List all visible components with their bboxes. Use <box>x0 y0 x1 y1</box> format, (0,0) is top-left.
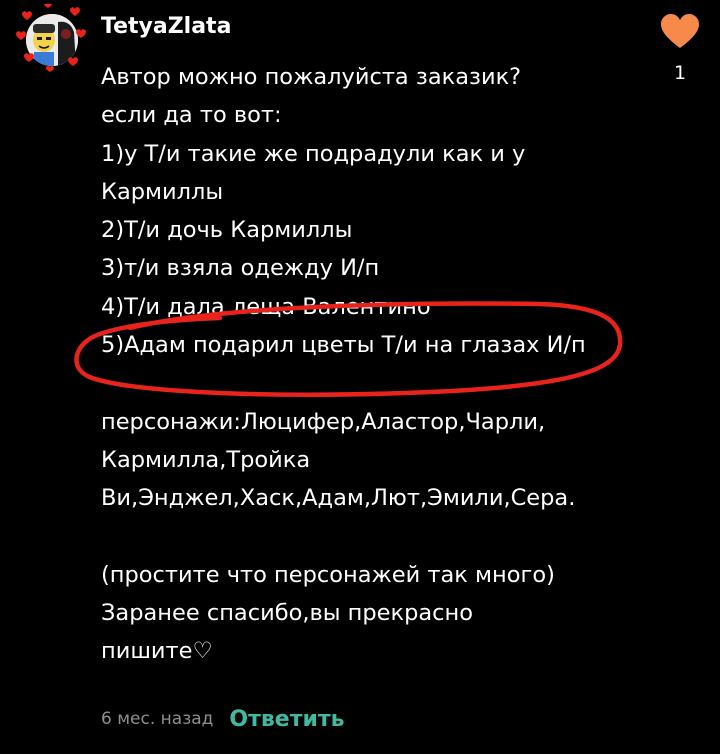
comment-line: 1)у Т/и такие же подрадули как и у <box>101 140 526 167</box>
comment-line-blank <box>101 364 661 402</box>
like-button[interactable] <box>660 14 700 50</box>
heart-frame-decoration <box>16 4 86 72</box>
avatar[interactable] <box>16 4 86 72</box>
heart-icon <box>661 14 699 48</box>
comment-line: 3)т/и взяла одежду И/п <box>101 255 380 282</box>
comment-line: если да то вот: <box>101 102 282 129</box>
comment-footer: 6 мес. назад Ответить <box>101 701 345 737</box>
comment-line-blank <box>101 518 661 556</box>
comment-line: Кармиллы <box>101 178 224 205</box>
comment-line: персонажи:Люцифер,Аластор,Чарли, <box>101 408 546 435</box>
comment-line: 4)Т/и дала леща Валентино <box>101 293 431 320</box>
comment-line: Кармилла,Тройка <box>101 446 311 473</box>
comment-line: Автор можно пожалуйста заказик? <box>101 64 522 90</box>
username[interactable]: TetyaZlata <box>101 12 231 42</box>
like-count: 1 <box>673 62 687 84</box>
comment-line-highlighted: 5)Адам подарил цветы Т/и на глазах И/п <box>101 332 586 359</box>
comment-line: (простите что персонажей так много) <box>101 561 555 588</box>
comment-line: пишите♡ <box>101 638 213 665</box>
comment-line: Ви,Энджел,Хаск,Адам,Лют,Эмили,Сера. <box>101 485 576 512</box>
comment-line: Заранее спасибо,вы прекрасно <box>101 600 474 627</box>
comment-text: Автор можно пожалуйста заказик? если да … <box>101 58 661 671</box>
reply-button[interactable]: Ответить <box>229 707 344 732</box>
comment-line: 2)Т/и дочь Кармиллы <box>101 217 353 244</box>
timestamp: 6 мес. назад <box>101 709 214 729</box>
